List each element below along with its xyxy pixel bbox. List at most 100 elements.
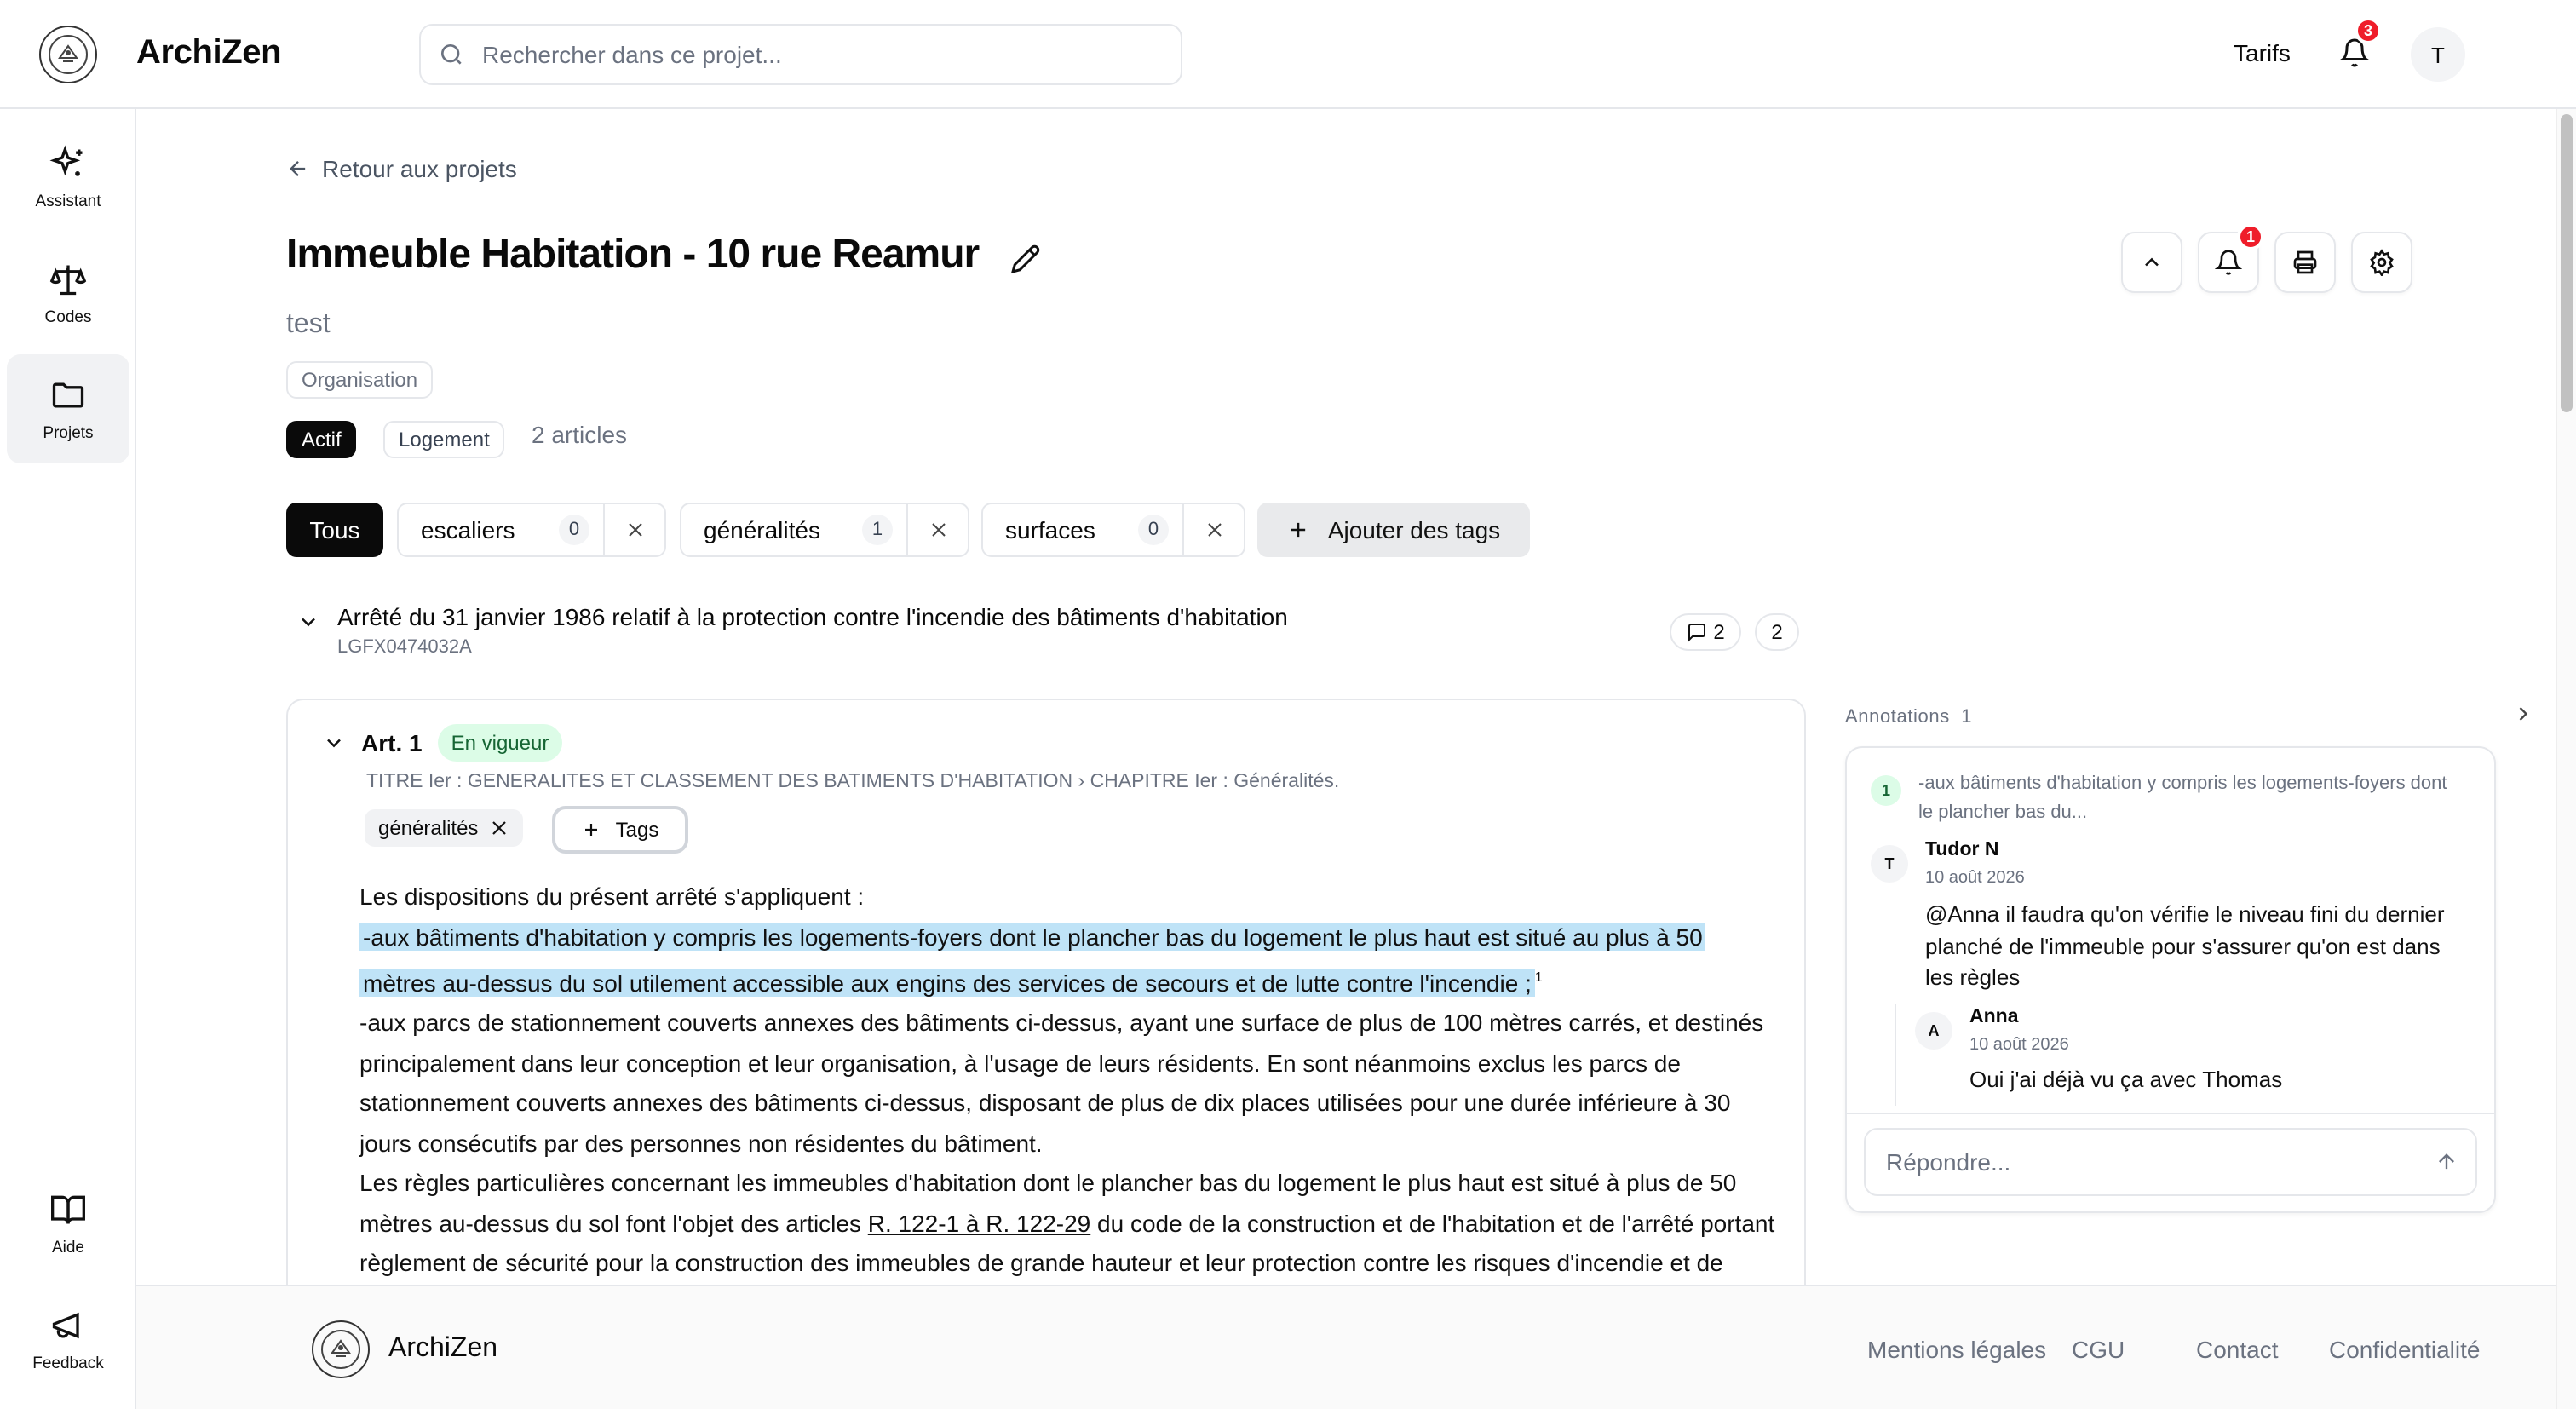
sidebar-item-assistant[interactable]: Assistant — [7, 123, 129, 232]
sparkles-icon — [49, 144, 83, 175]
search-icon — [438, 41, 465, 77]
comment-text: Oui j'ai déjà vu ça avec Thomas — [1969, 1067, 2283, 1092]
arrow-left-icon — [290, 161, 306, 176]
tag-filter-surfaces[interactable]: surfaces 0 — [981, 503, 1245, 557]
expand-annotations-button[interactable] — [2511, 702, 2535, 734]
add-tags-label: Ajouter des tags — [1327, 516, 1501, 543]
article-paragraph: -aux parcs de stationnement couverts ann… — [359, 1009, 1764, 1157]
search-input[interactable] — [482, 26, 1164, 83]
book-open-icon — [51, 1194, 85, 1223]
send-reply-button[interactable] — [2435, 1150, 2458, 1182]
comment-date: 10 août 2026 — [1969, 1036, 2069, 1055]
remove-tag-button[interactable] — [603, 504, 664, 555]
brand-name[interactable]: ArchiZen — [136, 34, 282, 73]
notifications-button[interactable]: 3 — [2338, 17, 2382, 77]
edit-title-button[interactable] — [1010, 244, 1041, 283]
annotation-thread: 1 -aux bâtiments d'habitation y compris … — [1845, 746, 2496, 1213]
sidebar-item-label: Projets — [43, 423, 94, 442]
footer-brand: ArchiZen — [388, 1334, 498, 1363]
printer-icon — [2293, 250, 2317, 274]
chevron-down-icon[interactable] — [322, 731, 346, 755]
tarifs-link[interactable]: Tarifs — [2234, 39, 2291, 66]
print-button[interactable] — [2274, 232, 2336, 293]
top-bar: ArchiZen Tarifs 3 T — [0, 0, 2576, 109]
scale-icon — [49, 264, 87, 295]
reply-box[interactable] — [1864, 1128, 2477, 1196]
add-tag-label: Tags — [615, 818, 659, 842]
main-content: Retour aux projets Immeuble Habitation -… — [136, 109, 2556, 1329]
project-notification-badge: 1 — [2237, 223, 2264, 250]
sidebar-item-projets[interactable]: Projets — [7, 354, 129, 463]
sidebar-item-codes[interactable]: Codes — [7, 239, 129, 348]
back-label: Retour aux projets — [322, 155, 517, 182]
close-icon — [628, 523, 641, 537]
status-badge: En vigueur — [437, 724, 563, 762]
collapse-button[interactable] — [2121, 232, 2182, 293]
article-body: Les dispositions du présent arrêté s'app… — [359, 877, 1777, 1324]
article-intro: Les dispositions du présent arrêté s'app… — [359, 883, 865, 910]
search-bar[interactable] — [419, 24, 1182, 85]
chevron-down-icon[interactable] — [296, 610, 320, 642]
footer-link-cgu[interactable]: CGU — [2072, 1336, 2125, 1363]
sidebar-item-feedback[interactable]: Feedback — [7, 1285, 129, 1394]
article-header[interactable]: Art. 1 En vigueur — [322, 724, 563, 762]
close-icon[interactable] — [488, 818, 509, 838]
footer-link-contact[interactable]: Contact — [2196, 1336, 2279, 1363]
annotations-count: 1 — [1961, 707, 1973, 728]
annotation-number: 1 — [1871, 775, 1901, 806]
add-tags-button[interactable]: Ajouter des tags — [1257, 503, 1530, 557]
reply-input[interactable] — [1886, 1130, 2397, 1194]
footer-link-confidentialite[interactable]: Confidentialité — [2329, 1336, 2480, 1363]
article-link[interactable]: R. 122-1 à R. 122-29 — [868, 1209, 1091, 1236]
tag-filter-escaliers[interactable]: escaliers 0 — [397, 503, 666, 557]
project-notifications-button[interactable]: 1 — [2198, 223, 2264, 293]
project-description: test — [286, 310, 331, 339]
pencil-icon — [1010, 244, 1040, 274]
tag-filter-generalites[interactable]: généralités 1 — [680, 503, 969, 557]
article-tag-label: généralités — [378, 816, 479, 840]
footer: ArchiZen Mentions légales CGU Contact Co… — [136, 1285, 2556, 1409]
article-label: Art. 1 — [361, 729, 423, 756]
arrow-up-icon — [2439, 1153, 2454, 1170]
page-scrollbar[interactable] — [2556, 109, 2576, 1409]
add-article-tag-button[interactable]: Tags — [552, 806, 688, 854]
type-chip: Logement — [383, 421, 505, 458]
remove-tag-button[interactable] — [906, 504, 968, 555]
sidebar: Assistant Codes Projets Aide Feedback — [0, 109, 136, 1409]
scrollbar-thumb[interactable] — [2561, 114, 2573, 412]
tag-count: 0 — [1138, 515, 1169, 545]
sidebar-item-label: Aide — [51, 1238, 84, 1257]
message-square-icon — [1688, 624, 1705, 642]
user-avatar[interactable]: T — [2411, 27, 2465, 82]
tag-label: escaliers — [421, 516, 515, 543]
annotations-title: Annotations — [1845, 707, 1950, 728]
comment-author: Tudor N — [1925, 840, 1999, 860]
highlighted-text[interactable]: -aux bâtiments d'habitation y compris le… — [359, 923, 1706, 997]
law-articles-count: 2 — [1755, 613, 1799, 651]
comment-author: Anna — [1969, 1007, 2019, 1027]
law-title: Arrêté du 31 janvier 1986 relatif à la p… — [337, 603, 1288, 630]
remove-tag-button[interactable] — [1182, 504, 1244, 555]
tag-filter-all[interactable]: Tous — [286, 503, 383, 557]
chevron-up-icon — [2145, 257, 2159, 267]
organisation-chip: Organisation — [286, 361, 434, 399]
footer-link-mentions[interactable]: Mentions légales — [1867, 1336, 2046, 1363]
highlighted-passage[interactable]: -aux bâtiments d'habitation y compris le… — [359, 917, 1777, 1004]
tag-label: surfaces — [1005, 516, 1095, 543]
close-icon — [931, 523, 945, 537]
article-breadcrumb: TITRE Ier : GENERALITES ET CLASSEMENT DE… — [366, 772, 1340, 792]
sidebar-item-label: Codes — [44, 308, 92, 326]
notification-count-badge: 3 — [2355, 17, 2382, 44]
logo-icon[interactable] — [39, 26, 97, 83]
sidebar-item-aide[interactable]: Aide — [7, 1169, 129, 1278]
bell-icon — [2215, 250, 2242, 275]
thread-divider — [1895, 1004, 1896, 1106]
back-to-projects-link[interactable]: Retour aux projets — [286, 155, 517, 182]
project-title: Immeuble Habitation - 10 rue Reamur — [286, 232, 980, 278]
settings-button[interactable] — [2351, 232, 2412, 293]
annotation-ref[interactable]: 1 — [1535, 969, 1543, 985]
avatar: A — [1915, 1012, 1952, 1050]
law-comments-count[interactable]: 2 — [1670, 613, 1741, 651]
article-card: Art. 1 En vigueur TITRE Ier : GENERALITE… — [286, 699, 1806, 1329]
annotation-quote[interactable]: -aux bâtiments d'habitation y compris le… — [1918, 770, 2464, 828]
